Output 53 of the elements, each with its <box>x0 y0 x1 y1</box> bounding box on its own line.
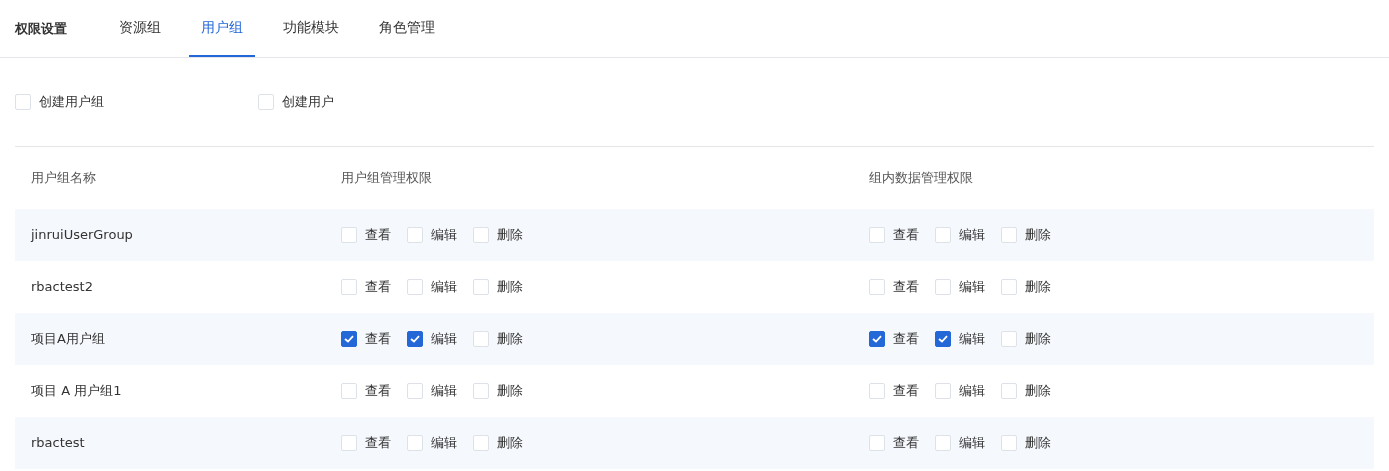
checkbox-label: 查看 <box>365 226 391 245</box>
checkbox-label: 编辑 <box>959 382 985 401</box>
table-cell-text: jinruiUserGroup <box>31 226 134 245</box>
checkbox-label: 编辑 <box>431 278 457 297</box>
table-cell-text: rbactest2 <box>31 278 94 297</box>
checkbox-label: 编辑 <box>959 278 985 297</box>
table-cell-text: 项目 A 用户组1 <box>31 382 123 401</box>
checkbox-label: 查看 <box>893 330 919 349</box>
checkbox-label: 删除 <box>1025 226 1051 245</box>
column-header: 组内数据管理权限 <box>869 169 974 188</box>
checkbox-label: 查看 <box>365 382 391 401</box>
check-icon <box>872 335 882 343</box>
check-icon <box>410 335 420 343</box>
checkbox-label: 查看 <box>365 278 391 297</box>
checkbox-label: 查看 <box>365 434 391 453</box>
checkbox-label: 删除 <box>1025 330 1051 349</box>
column-header: 用户组管理权限 <box>341 169 433 188</box>
checkbox[interactable] <box>935 331 951 347</box>
checkbox[interactable] <box>341 331 357 347</box>
checkbox-label: 删除 <box>1025 382 1051 401</box>
checkbox-label: 创建用户组 <box>39 93 104 112</box>
checkbox-label: 删除 <box>497 330 523 349</box>
checkbox-label: 编辑 <box>431 226 457 245</box>
checkbox-label: 查看 <box>365 330 391 349</box>
checkbox-label: 创建用户 <box>282 93 334 112</box>
checkbox-label: 编辑 <box>431 434 457 453</box>
page-title: 权限设置 <box>15 19 67 38</box>
checkbox-label: 查看 <box>893 382 919 401</box>
checkbox-label: 编辑 <box>431 330 457 349</box>
checkbox-label: 查看 <box>893 278 919 297</box>
checkbox-label: 删除 <box>497 226 523 245</box>
tab[interactable]: 资源组 <box>107 0 173 57</box>
checkbox-label: 删除 <box>497 278 523 297</box>
check-icon <box>938 335 948 343</box>
checkbox-label: 删除 <box>1025 278 1051 297</box>
checkbox-label: 编辑 <box>959 330 985 349</box>
checkbox-label: 删除 <box>497 434 523 453</box>
tab[interactable]: 用户组 <box>189 0 255 57</box>
checkbox-label: 编辑 <box>959 226 985 245</box>
table-cell-text: rbactest <box>31 434 86 453</box>
column-header: 用户组名称 <box>31 169 97 188</box>
checkbox-label: 编辑 <box>431 382 457 401</box>
checkbox[interactable] <box>869 331 885 347</box>
tab[interactable]: 功能模块 <box>271 0 351 57</box>
checkbox-label: 查看 <box>893 434 919 453</box>
checkbox-label: 删除 <box>1025 434 1051 453</box>
tab[interactable]: 角色管理 <box>367 0 447 57</box>
table-cell-text: 项目A用户组 <box>31 330 106 349</box>
checkbox-label: 编辑 <box>959 434 985 453</box>
check-icon <box>344 335 354 343</box>
checkbox-label: 查看 <box>893 226 919 245</box>
checkbox[interactable] <box>407 331 423 347</box>
checkbox-label: 删除 <box>497 382 523 401</box>
